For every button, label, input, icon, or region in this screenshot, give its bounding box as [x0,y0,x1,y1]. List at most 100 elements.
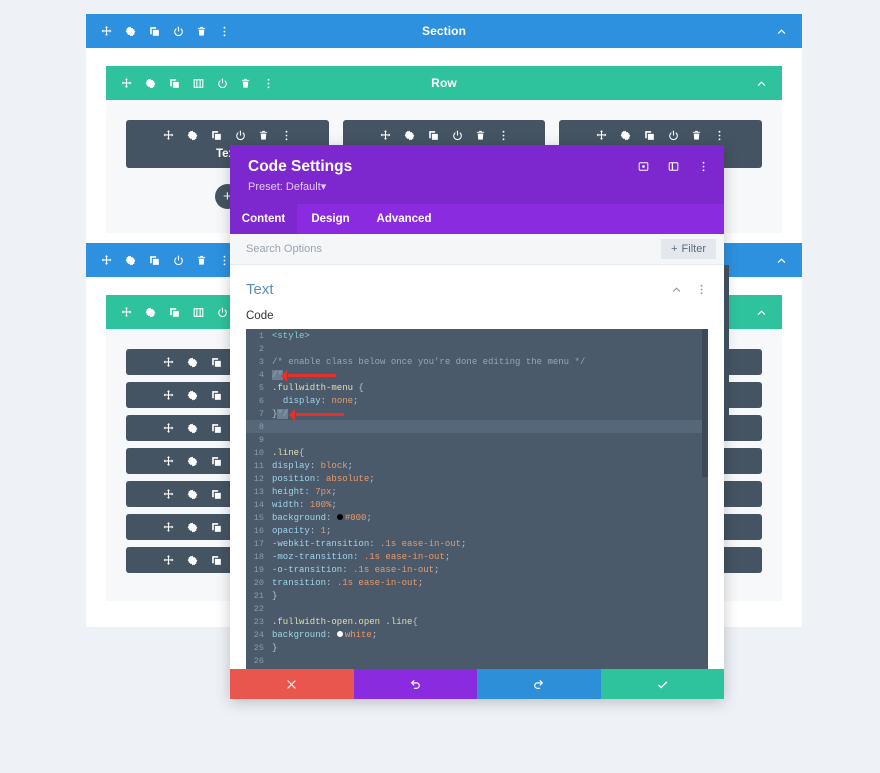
code-line[interactable]: 16 opacity: 1; [246,524,708,537]
more-icon[interactable] [218,25,231,38]
code-line[interactable]: 3 /* enable class below once you're done … [246,355,708,368]
duplicate-icon[interactable] [210,422,223,435]
code-line[interactable]: 6 display: none; [246,394,708,407]
toggle-text-header[interactable]: Text [246,281,708,310]
section-bottom-collapse[interactable] [775,254,788,267]
editor-scrollbar[interactable] [702,329,708,477]
move-icon[interactable] [162,389,175,402]
move-icon[interactable] [162,455,175,468]
gear-icon[interactable] [124,254,137,267]
target-icon[interactable] [637,160,650,173]
row-top-collapse[interactable] [755,77,768,90]
move-icon[interactable] [100,25,113,38]
code-line[interactable]: 23 .fullwidth-open.open .line{ [246,615,708,628]
filter-button[interactable]: + Filter [661,239,716,259]
power-icon[interactable] [216,77,229,90]
more-icon[interactable] [695,283,708,296]
modal-scrollbar[interactable] [724,265,729,415]
code-line[interactable]: 13 height: 7px; [246,485,708,498]
code-line[interactable]: 25} [246,641,708,654]
duplicate-icon[interactable] [427,129,440,142]
gear-icon[interactable] [403,129,416,142]
duplicate-icon[interactable] [210,521,223,534]
duplicate-icon[interactable] [210,389,223,402]
move-icon[interactable] [120,306,133,319]
duplicate-icon[interactable] [210,129,223,142]
code-line[interactable]: 2 [246,342,708,355]
code-line[interactable]: 19 -o-transition: .1s ease-in-out; [246,563,708,576]
gear-icon[interactable] [186,455,199,468]
code-line[interactable]: 26 [246,654,708,667]
code-line[interactable]: 1 <style> [246,329,708,342]
power-icon[interactable] [234,129,247,142]
row-bottom-collapse[interactable] [755,306,768,319]
columns-icon[interactable] [192,77,205,90]
duplicate-icon[interactable] [210,356,223,369]
power-icon[interactable] [667,129,680,142]
power-icon[interactable] [172,25,185,38]
move-icon[interactable] [595,129,608,142]
code-line[interactable]: 24 background: white; [246,628,708,641]
more-icon[interactable] [262,77,275,90]
gear-icon[interactable] [186,389,199,402]
trash-icon[interactable] [196,25,207,38]
move-icon[interactable] [162,129,175,142]
trash-icon[interactable] [475,129,486,142]
code-line[interactable]: 17 -webkit-transition: .1s ease-in-out; [246,537,708,550]
duplicate-icon[interactable] [210,554,223,567]
trash-icon[interactable] [196,254,207,267]
move-icon[interactable] [120,77,133,90]
code-line[interactable]: 9 [246,433,708,446]
gear-icon[interactable] [186,488,199,501]
code-line[interactable]: 12 position: absolute; [246,472,708,485]
code-line[interactable]: 14 width: 100%; [246,498,708,511]
more-icon[interactable] [713,129,726,142]
search-input[interactable]: Search Options [246,243,661,255]
move-icon[interactable] [379,129,392,142]
chevron-up-icon[interactable] [670,283,683,296]
gear-icon[interactable] [124,25,137,38]
trash-icon[interactable] [691,129,702,142]
power-icon[interactable] [451,129,464,142]
redo-button[interactable] [477,669,601,699]
gear-icon[interactable] [186,129,199,142]
duplicate-icon[interactable] [168,306,181,319]
power-icon[interactable] [172,254,185,267]
move-icon[interactable] [162,554,175,567]
move-icon[interactable] [100,254,113,267]
code-line[interactable]: 8 [246,420,708,433]
move-icon[interactable] [162,488,175,501]
undo-button[interactable] [353,669,477,699]
columns-icon[interactable] [192,306,205,319]
code-editor[interactable]: 1 <style> 2 3/* enable class below once you… [246,329,708,669]
move-icon[interactable] [162,422,175,435]
section-top-collapse[interactable] [775,25,788,38]
section-top-toolbar[interactable]: Section [86,14,802,48]
more-icon[interactable] [280,129,293,142]
duplicate-icon[interactable] [210,488,223,501]
modal-preset-selector[interactable]: Preset: Default▾ [248,180,706,193]
code-line[interactable]: 15 background: #000; [246,511,708,524]
code-line[interactable]: 21} [246,589,708,602]
power-icon[interactable] [216,306,229,319]
code-line[interactable]: 22 [246,602,708,615]
duplicate-icon[interactable] [210,455,223,468]
row-top-toolbar[interactable]: Row [106,66,782,100]
code-line[interactable]: 18 -moz-transition: .1s ease-in-out; [246,550,708,563]
code-line[interactable]: 10 .line{ [246,446,708,459]
more-icon[interactable] [697,160,710,173]
duplicate-icon[interactable] [148,25,161,38]
code-line[interactable]: 20 transition: .1s ease-in-out; [246,576,708,589]
trash-icon[interactable] [258,129,269,142]
code-line[interactable]: 5 .fullwidth-menu { [246,381,708,394]
save-button[interactable] [600,669,724,699]
gear-icon[interactable] [144,306,157,319]
tab-advanced[interactable]: Advanced [364,204,444,234]
gear-icon[interactable] [186,521,199,534]
cancel-button[interactable] [230,669,354,699]
tab-design[interactable]: Design [297,204,364,234]
duplicate-icon[interactable] [148,254,161,267]
gear-icon[interactable] [186,422,199,435]
gear-icon[interactable] [619,129,632,142]
more-icon[interactable] [497,129,510,142]
